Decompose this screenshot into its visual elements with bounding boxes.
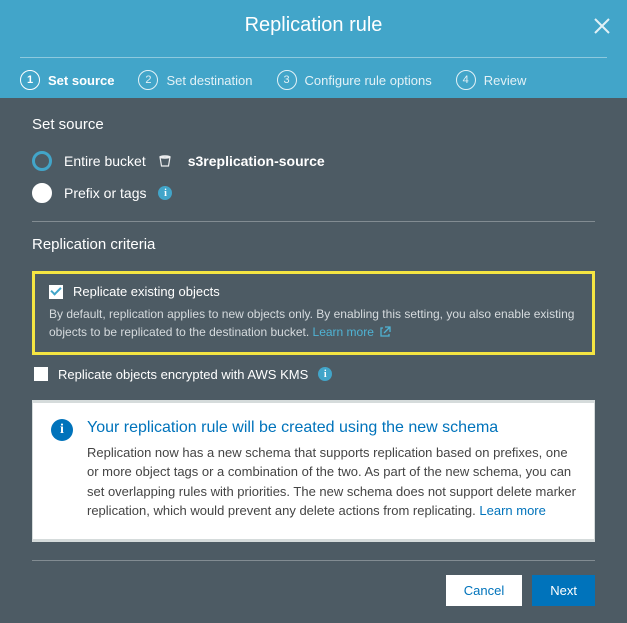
set-source-heading: Set source [32, 116, 595, 133]
step-number: 3 [277, 70, 297, 90]
info-icon[interactable]: i [318, 367, 332, 381]
modal-header: Replication rule 1 Set source 2 Set dest… [0, 0, 627, 98]
checkbox-label: Replicate objects encrypted with AWS KMS [58, 367, 308, 382]
step-label: Set destination [166, 73, 252, 88]
option-label: Prefix or tags [64, 185, 146, 201]
close-icon[interactable] [593, 16, 611, 40]
checkbox-label: Replicate existing objects [73, 284, 220, 299]
modal-footer: Cancel Next [32, 560, 595, 606]
bucket-name: s3replication-source [188, 153, 325, 169]
modal-body: Set source Entire bucket s3replication-s… [0, 98, 627, 622]
step-number: 2 [138, 70, 158, 90]
step-number: 4 [456, 70, 476, 90]
modal-title: Replication rule [20, 14, 607, 37]
info-panel-text: Replication now has a new schema that su… [87, 443, 576, 521]
cancel-button[interactable]: Cancel [446, 575, 522, 606]
info-panel-title: Your replication rule will be created us… [87, 419, 576, 437]
checkbox-replicate-kms[interactable]: Replicate objects encrypted with AWS KMS… [34, 367, 593, 382]
divider [32, 221, 595, 222]
replication-criteria-heading: Replication criteria [32, 236, 595, 253]
next-button[interactable]: Next [532, 575, 595, 606]
wizard-stepper: 1 Set source 2 Set destination 3 Configu… [20, 57, 607, 90]
checkbox-unchecked-icon[interactable] [34, 367, 48, 381]
option-entire-bucket[interactable]: Entire bucket s3replication-source [32, 151, 595, 171]
info-icon: i [51, 419, 73, 441]
step-number: 1 [20, 70, 40, 90]
highlight-replicate-existing: Replicate existing objects By default, r… [32, 271, 595, 355]
info-icon[interactable]: i [158, 186, 172, 200]
external-link-icon [380, 324, 391, 342]
step-label: Set source [48, 73, 114, 88]
step-set-source[interactable]: 1 Set source [20, 70, 114, 90]
learn-more-link[interactable]: Learn more [313, 325, 392, 339]
checkbox-replicate-existing[interactable]: Replicate existing objects [49, 284, 578, 299]
option-prefix-tags[interactable]: Prefix or tags i [32, 183, 595, 203]
radio-unselected-icon[interactable] [32, 183, 52, 203]
learn-more-link[interactable]: Learn more [479, 503, 545, 518]
replication-rule-modal: Replication rule 1 Set source 2 Set dest… [0, 0, 627, 623]
option-label: Entire bucket [64, 153, 146, 169]
step-configure-rule[interactable]: 3 Configure rule options [277, 70, 432, 90]
bucket-icon [158, 154, 172, 168]
radio-selected-icon[interactable] [32, 151, 52, 171]
checkbox-checked-icon[interactable] [49, 285, 63, 299]
step-review[interactable]: 4 Review [456, 70, 527, 90]
info-panel-content: Your replication rule will be created us… [87, 419, 576, 521]
step-label: Review [484, 73, 527, 88]
help-text: By default, replication applies to new o… [49, 305, 578, 342]
schema-info-panel: i Your replication rule will be created … [32, 400, 595, 542]
step-set-destination[interactable]: 2 Set destination [138, 70, 252, 90]
step-label: Configure rule options [305, 73, 432, 88]
